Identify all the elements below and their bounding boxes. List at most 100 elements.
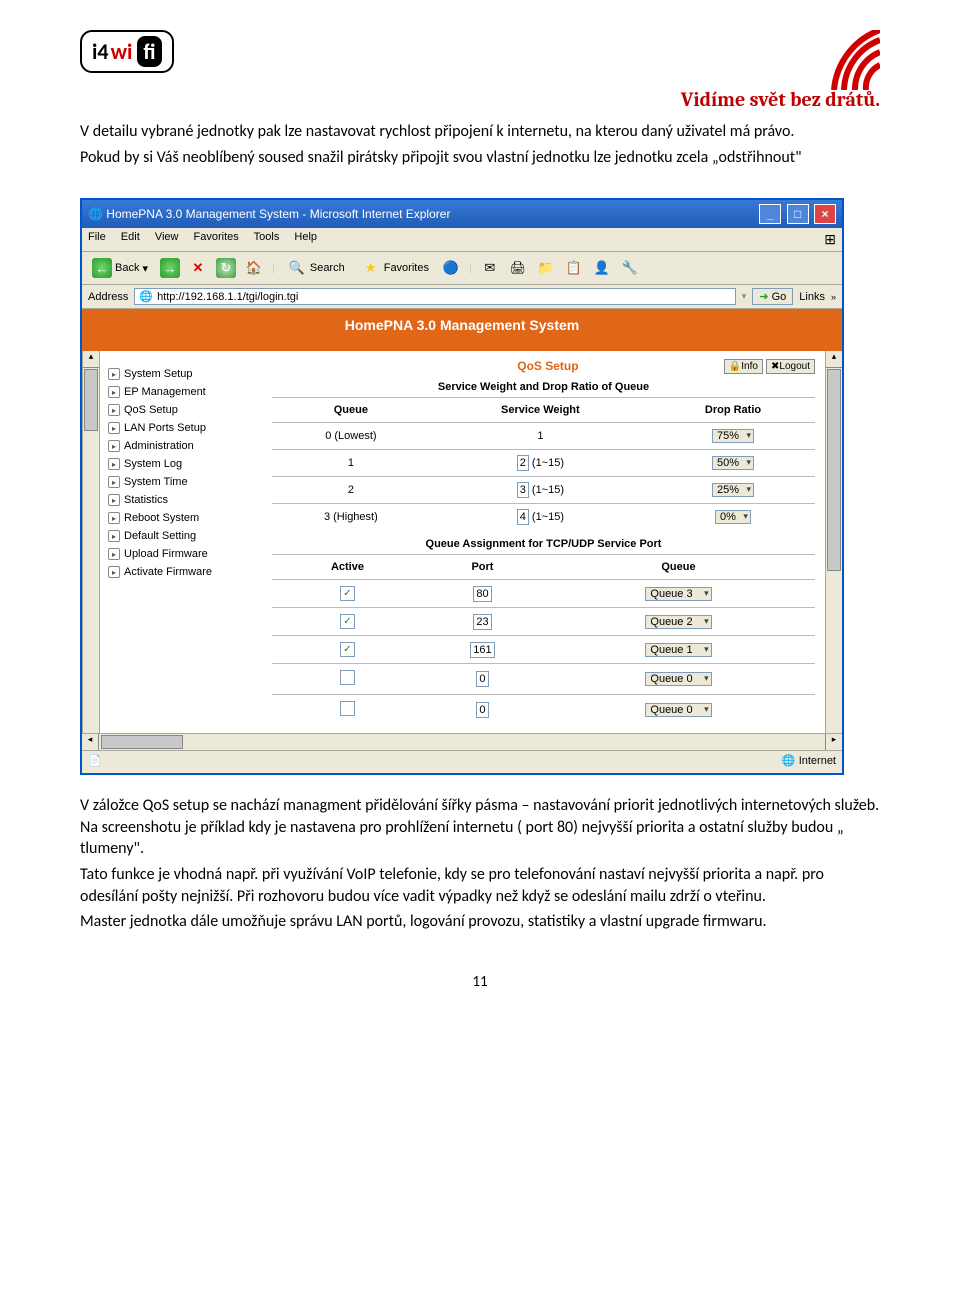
- minimize-button[interactable]: _: [759, 204, 781, 224]
- sidebar-item-qos-setup[interactable]: ▸QoS Setup: [106, 401, 256, 419]
- port-input[interactable]: 80: [473, 586, 491, 602]
- address-bar: Address 🌐 http://192.168.1.1/tgi/login.t…: [82, 285, 842, 309]
- expand-icon: ▸: [108, 386, 120, 398]
- outro-paragraph-3: Master jednotka dále umožňuje správu LAN…: [80, 911, 880, 933]
- print-button[interactable]: 🖨: [508, 258, 528, 278]
- col-drop: Drop Ratio: [651, 398, 815, 423]
- links-label[interactable]: Links: [799, 291, 825, 303]
- queue-weight-table: Queue Service Weight Drop Ratio 0 (Lowes…: [272, 397, 815, 530]
- horizontal-scrollbar[interactable]: ◂ ▸: [82, 733, 842, 750]
- sidebar-item-administration[interactable]: ▸Administration: [106, 437, 256, 455]
- favorites-button[interactable]: ★ Favorites: [357, 256, 433, 280]
- maximize-button[interactable]: □: [787, 204, 809, 224]
- ie-icon: 🌐: [88, 207, 103, 221]
- queue-select[interactable]: Queue 0: [645, 672, 711, 686]
- folder-icon[interactable]: 📁: [536, 258, 556, 278]
- expand-icon: ▸: [108, 404, 120, 416]
- intro-paragraph-1: V detailu vybrané jednotky pak lze nasta…: [80, 121, 880, 143]
- expand-icon: ▸: [108, 476, 120, 488]
- search-icon: 🔍: [287, 258, 307, 278]
- go-icon: ➜: [759, 291, 768, 303]
- weight-input[interactable]: 4: [517, 509, 529, 525]
- messenger-icon[interactable]: 👤: [592, 258, 612, 278]
- port-input[interactable]: 0: [476, 702, 488, 718]
- table-row: 0 Queue 0: [272, 695, 815, 726]
- col-queue: Queue: [272, 398, 430, 423]
- table-row: 3 (Highest) 4 (1~15) 0%: [272, 504, 815, 531]
- active-checkbox[interactable]: ✓: [340, 642, 355, 657]
- expand-icon: ▸: [108, 440, 120, 452]
- menu-help[interactable]: Help: [294, 231, 317, 243]
- url-input[interactable]: 🌐 http://192.168.1.1/tgi/login.tgi: [134, 288, 735, 305]
- go-button[interactable]: ➜ Go: [752, 288, 793, 305]
- forward-button[interactable]: →: [160, 258, 180, 278]
- table-row: 0 (Lowest) 1 75%: [272, 423, 815, 450]
- drop-select[interactable]: 25%: [712, 483, 754, 497]
- close-button[interactable]: ×: [814, 204, 836, 224]
- info-button[interactable]: 🔒Info: [724, 359, 763, 374]
- expand-icon: ▸: [108, 566, 120, 578]
- menubar: File Edit View Favorites Tools Help ⊞: [82, 228, 842, 252]
- media-button[interactable]: 🔵: [441, 258, 461, 278]
- dropdown-icon[interactable]: ▾: [742, 291, 747, 302]
- status-internet: Internet: [799, 755, 836, 767]
- menu-view[interactable]: View: [155, 231, 179, 243]
- active-checkbox[interactable]: [340, 670, 355, 685]
- refresh-button[interactable]: ↻: [216, 258, 236, 278]
- queue-assign-table: Active Port Queue ✓ 80 Queue 3 ✓ 23 Queu…: [272, 554, 815, 725]
- sidebar-item-system-time[interactable]: ▸System Time: [106, 473, 256, 491]
- sidebar-item-upload-fw[interactable]: ▸Upload Firmware: [106, 545, 256, 563]
- table-row: ✓ 161 Queue 1: [272, 636, 815, 664]
- drop-select[interactable]: 75%: [712, 429, 754, 443]
- sidebar-scrollbar[interactable]: ▴: [82, 351, 100, 733]
- col-active: Active: [272, 555, 423, 580]
- expand-icon: ▸: [108, 512, 120, 524]
- sidebar-item-lan-ports[interactable]: ▸LAN Ports Setup: [106, 419, 256, 437]
- logout-button[interactable]: ✖Logout: [766, 359, 815, 374]
- menu-tools[interactable]: Tools: [254, 231, 280, 243]
- weight-input[interactable]: 3: [517, 482, 529, 498]
- main-scrollbar[interactable]: ▴: [825, 351, 842, 733]
- mail-button[interactable]: ✉: [480, 258, 500, 278]
- sidebar-item-system-log[interactable]: ▸System Log: [106, 455, 256, 473]
- active-checkbox[interactable]: [340, 701, 355, 716]
- port-input[interactable]: 23: [473, 614, 491, 630]
- active-checkbox[interactable]: ✓: [340, 586, 355, 601]
- queue-select[interactable]: Queue 0: [645, 703, 711, 717]
- notes-icon[interactable]: 📋: [564, 258, 584, 278]
- address-label: Address: [88, 291, 128, 303]
- back-button[interactable]: ← Back ▾: [88, 256, 152, 280]
- tools-icon[interactable]: 🔧: [620, 258, 640, 278]
- intro-paragraph-2: Pokud by si Váš neoblíbený soused snažil…: [80, 147, 880, 169]
- active-checkbox[interactable]: ✓: [340, 614, 355, 629]
- queue-select[interactable]: Queue 1: [645, 643, 711, 657]
- menu-favorites[interactable]: Favorites: [194, 231, 239, 243]
- sidebar-item-statistics[interactable]: ▸Statistics: [106, 491, 256, 509]
- queue-select[interactable]: Queue 3: [645, 587, 711, 601]
- stop-button[interactable]: ✕: [188, 258, 208, 278]
- toolbar: ← Back ▾ → ✕ ↻ 🏠 | 🔍 Search ★ Favorites …: [82, 252, 842, 285]
- expand-icon: ▸: [108, 530, 120, 542]
- logo: i4 wi fi: [80, 30, 174, 73]
- menu-file[interactable]: File: [88, 231, 106, 243]
- drop-select[interactable]: 50%: [712, 456, 754, 470]
- port-input[interactable]: 161: [470, 642, 494, 658]
- home-button[interactable]: 🏠: [244, 258, 264, 278]
- logo-wi: wi: [111, 38, 133, 65]
- weight-input[interactable]: 2: [517, 455, 529, 471]
- sidebar-item-ep-management[interactable]: ▸EP Management: [106, 383, 256, 401]
- menu-edit[interactable]: Edit: [121, 231, 140, 243]
- expand-icon: ▸: [108, 458, 120, 470]
- wifi-arc-icon: [810, 30, 880, 90]
- sidebar-item-system-setup[interactable]: ▸System Setup: [106, 365, 256, 383]
- port-input[interactable]: 0: [476, 671, 488, 687]
- outro-paragraph-2: Tato funkce je vhodná např. při využíván…: [80, 864, 880, 907]
- sidebar-item-default[interactable]: ▸Default Setting: [106, 527, 256, 545]
- page-icon: 🌐: [139, 290, 153, 303]
- sidebar-item-reboot[interactable]: ▸Reboot System: [106, 509, 256, 527]
- search-button[interactable]: 🔍 Search: [283, 256, 349, 280]
- drop-select[interactable]: 0%: [715, 510, 751, 524]
- section-service-weight: Service Weight and Drop Ratio of Queue: [272, 381, 815, 393]
- sidebar-item-activate-fw[interactable]: ▸Activate Firmware: [106, 563, 256, 581]
- queue-select[interactable]: Queue 2: [645, 615, 711, 629]
